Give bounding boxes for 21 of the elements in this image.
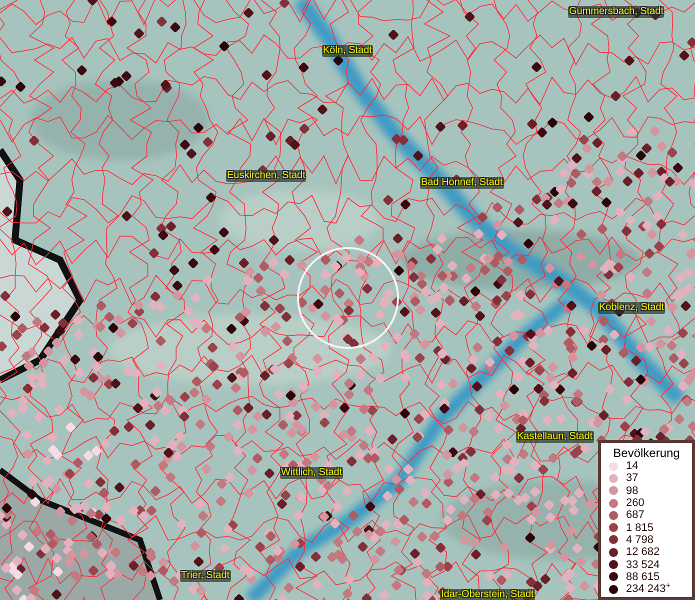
legend-label: 260 xyxy=(626,497,644,510)
legend-label: 14 xyxy=(626,460,638,472)
legend-label: 4 798 xyxy=(626,534,654,546)
place-label: Bad Honnef, Stadt xyxy=(420,177,504,189)
place-label: Euskirchen, Stadt xyxy=(226,170,306,182)
place-label: Koblenz, Stadt xyxy=(598,302,666,314)
place-label: Köln, Stadt xyxy=(322,45,373,57)
place-label: Gummersbach, Stadt xyxy=(568,6,664,18)
place-label: Idar-Oberstein, Stadt xyxy=(440,589,535,600)
legend-label: 33 524 xyxy=(626,558,660,571)
place-label: Trier, Stadt xyxy=(180,570,231,582)
legend-label: 1 815 xyxy=(626,522,654,534)
legend-label: 234 243$^{+}$ xyxy=(626,583,671,596)
legend-title: Bevölkerung xyxy=(612,446,681,460)
legend-label: 98 xyxy=(626,484,638,497)
place-label: Wittlich, Stadt xyxy=(280,467,344,479)
legend-label: 88 615 xyxy=(626,570,660,583)
legend-label: 687 xyxy=(626,509,644,522)
legend-label: 37 xyxy=(626,472,638,484)
legend-label: 12 682 xyxy=(626,546,660,558)
place-label: Kastellaun, Stadt xyxy=(516,431,594,443)
